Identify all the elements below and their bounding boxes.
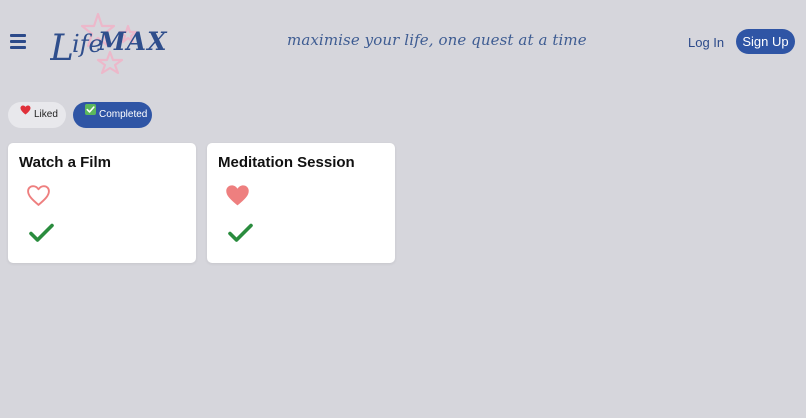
quest-title: Watch a Film: [19, 154, 111, 171]
signup-button[interactable]: Sign Up: [736, 29, 795, 54]
hamburger-menu-icon[interactable]: [10, 34, 26, 49]
login-link[interactable]: Log In: [688, 35, 724, 50]
filter-liked-label: Liked: [34, 109, 58, 120]
header: L ife MAX maximise your life, one quest …: [0, 0, 806, 90]
checkmark-icon[interactable]: [228, 223, 253, 243]
logo[interactable]: L ife MAX: [49, 6, 172, 78]
checkmark-icon[interactable]: [29, 223, 54, 243]
quest-card[interactable]: Meditation Session: [207, 143, 395, 263]
quest-title: Meditation Session: [218, 154, 355, 171]
heart-outline-icon[interactable]: [26, 184, 51, 207]
heart-filled-icon[interactable]: [225, 184, 250, 207]
logo-graphic: L ife MAX: [49, 12, 168, 75]
filter-completed-chip[interactable]: Completed: [73, 102, 152, 128]
filter-liked-chip[interactable]: Liked: [8, 102, 66, 128]
red-heart-icon: [20, 100, 31, 126]
filter-completed-label: Completed: [99, 109, 148, 120]
tagline: maximise your life, one quest at a time: [287, 31, 587, 49]
svg-text:L: L: [50, 28, 74, 69]
svg-text:MAX: MAX: [97, 27, 168, 56]
checkmark-box-icon: [85, 100, 96, 126]
quest-card[interactable]: Watch a Film: [8, 143, 196, 263]
